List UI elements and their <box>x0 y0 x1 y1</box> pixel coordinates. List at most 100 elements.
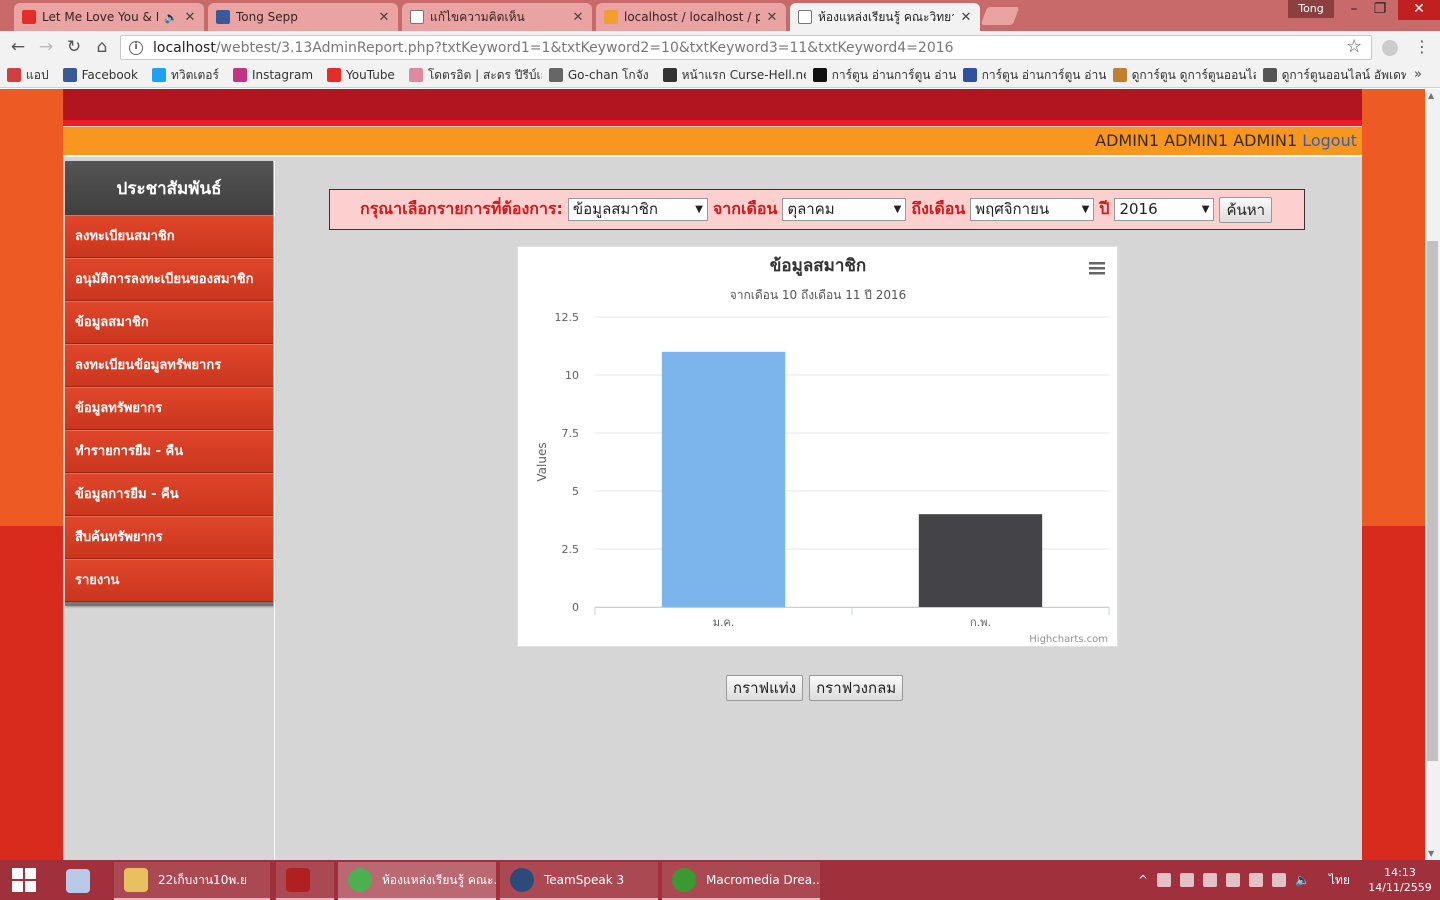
page-scrollbar[interactable]: ▲ ▼ <box>1425 89 1440 860</box>
info-icon[interactable]: i <box>129 40 143 55</box>
bookmark-item[interactable]: หน้าแรก Curse-Hell.net <box>656 66 806 85</box>
browser-tab[interactable]: Let Me Love You & Fa 🔈 ✕ <box>14 3 204 31</box>
reload-icon[interactable]: ↻ <box>62 36 86 58</box>
apps-grid-icon <box>7 68 21 82</box>
bookmark-star-icon[interactable]: ☆ <box>1346 36 1362 57</box>
browser-tab-active[interactable]: ห้องแหล่งเรียนรู้ คณะวิทยาศ ✕ <box>790 3 980 31</box>
scroll-up-icon[interactable]: ▲ <box>1428 91 1434 100</box>
report-filter-bar: กรุณาเลือกรายการที่ต้องการ: ข้อมูลสมาชิก… <box>329 189 1305 230</box>
tab-close-icon[interactable]: ✕ <box>960 10 972 25</box>
tray-app-icon[interactable] <box>1180 873 1195 887</box>
tab-close-icon[interactable]: ✕ <box>572 10 584 25</box>
bookmark-item[interactable]: Instagram <box>226 68 320 82</box>
report-type-select[interactable]: ข้อมูลสมาชิก ▼ <box>567 198 708 221</box>
y-tick-label: 10 <box>565 369 579 382</box>
network-icon[interactable] <box>1272 873 1287 887</box>
sidebar-item-report[interactable]: รายงาน <box>65 559 273 602</box>
start-button[interactable] <box>0 860 48 900</box>
facebook-icon <box>62 68 77 82</box>
sidebar-divider <box>274 161 275 860</box>
restore-icon[interactable]: ❐ <box>1364 0 1396 20</box>
sidebar-item-register-member[interactable]: ลงทะเบียนสมาชิก <box>65 215 273 258</box>
bookmark-item[interactable]: YouTube <box>320 68 402 82</box>
tray-flag-icon[interactable] <box>1249 873 1264 887</box>
speaker-icon[interactable]: 🔈 <box>164 11 178 24</box>
facebook-favicon-icon <box>216 10 230 24</box>
member-bar-chart: ข้อมูลสมาชิก จากเดือน 10 ถึงเดือน 11 ปี 2… <box>517 246 1118 647</box>
user-name: ADMIN1 ADMIN1 ADMIN1 <box>1095 131 1298 150</box>
tray-app-icon[interactable] <box>1203 873 1218 887</box>
volume-icon[interactable]: 🔈 <box>1295 873 1310 887</box>
bookmark-item[interactable]: Facebook <box>56 68 145 82</box>
y-tick-label: 0 <box>572 601 579 614</box>
sidebar-menu: ประชาสัมพันธ์ ลงทะเบียนสมาชิก อนุมัติการ… <box>65 161 273 606</box>
bookmark-item[interactable]: ดูการ์ตูน ดูการ์ตูนออนไล <box>1106 66 1256 85</box>
search-button[interactable]: ค้นหา <box>1219 196 1273 223</box>
sidebar-item-borrow-data[interactable]: ข้อมูลการยืม - คืน <box>65 473 273 516</box>
chart-svg: ข้อมูลสมาชิกจากเดือน 10 ถึงเดือน 11 ปี 2… <box>535 256 1110 645</box>
tray-app-icon[interactable] <box>1157 873 1172 887</box>
bookmark-item[interactable]: ดูการ์ตูนออนไลน์ อัพเดท <box>1256 66 1406 85</box>
menu-dots-icon[interactable]: ⋮ <box>1414 37 1430 56</box>
tray-shield-icon[interactable] <box>1226 873 1241 887</box>
bookmarks-overflow-icon[interactable]: » <box>1414 67 1422 82</box>
tab-close-icon[interactable]: ✕ <box>184 10 196 25</box>
pie-chart-button[interactable]: กราฟวงกลม <box>809 675 904 701</box>
input-language[interactable]: ไทย <box>1329 871 1350 890</box>
tab-close-icon[interactable]: ✕ <box>766 10 778 25</box>
sidebar-item-register-resource[interactable]: ลงทะเบียนข้อมูลทรัพยากร <box>65 344 273 387</box>
dropdown-caret-icon: ▼ <box>695 204 703 215</box>
bookmark-label: ดูการ์ตูน ดูการ์ตูนออนไล <box>1131 67 1256 82</box>
bookmark-item[interactable]: โดตรอิต | สะดร ปีรีบ์เกา <box>402 66 542 85</box>
url-path: /webtest/3.13AdminReport.php?txtKeyword1… <box>215 39 954 56</box>
back-arrow-icon[interactable]: ← <box>6 36 30 58</box>
bookmark-apps[interactable]: แอป <box>0 66 56 85</box>
browser-tab[interactable]: localhost / localhost / pr ✕ <box>596 3 786 31</box>
logout-link[interactable]: Logout <box>1302 131 1357 150</box>
bookmarks-bar: แอป Facebook ทวิตเตอร์ Instagram YouTube… <box>0 63 1440 88</box>
chart-menu-icon[interactable] <box>1089 262 1105 275</box>
bookmark-item[interactable]: Go-chan โกจัง <box>542 66 656 85</box>
scrollbar-thumb[interactable] <box>1427 241 1438 761</box>
new-tab-button[interactable] <box>980 7 1020 25</box>
bookmark-label: Instagram <box>251 68 314 82</box>
clock-time: 14:13 <box>1384 866 1416 879</box>
to-month-select[interactable]: พฤศจิกายน ▼ <box>970 198 1095 221</box>
profile-badge[interactable]: Tong <box>1288 0 1334 18</box>
from-month-label: จากเดือน <box>712 199 778 218</box>
sidebar-item-approve-registration[interactable]: อนุมัติการลงทะเบียนของสมาชิก <box>65 258 273 301</box>
y-tick-label: 12.5 <box>555 311 580 324</box>
browser-tab[interactable]: Tong Sepp ✕ <box>208 3 398 31</box>
taskbar-item-app[interactable] <box>276 862 334 900</box>
taskbar-item-teamspeak[interactable]: TeamSpeak 3 <box>500 862 658 900</box>
bookmark-label: ทวิตเตอร์ <box>170 67 219 82</box>
taskbar-clock[interactable]: 14:13 14/11/2559 <box>1368 865 1432 895</box>
bookmark-label: การ์ตูน อ่านการ์ตูน อ่าน <box>831 67 956 82</box>
bookmark-item[interactable]: การ์ตูน อ่านการ์ตูน อ่าน <box>806 66 956 85</box>
close-window-icon[interactable]: ✕ <box>1398 0 1440 20</box>
taskbar-item-folder[interactable]: 22เก็บงาน10พ.ย <box>114 862 270 900</box>
sidebar-item-borrow-return[interactable]: ทำรายการยืม - คืน <box>65 430 273 473</box>
taskbar-item-chrome[interactable]: ห้องแหล่งเรียนรู้ คณะ... <box>338 862 496 900</box>
home-icon[interactable]: ⌂ <box>90 36 114 58</box>
from-month-select[interactable]: ตุลาคม ▼ <box>782 198 907 221</box>
bookmark-item[interactable]: ทวิตเตอร์ <box>145 66 226 85</box>
browser-tab[interactable]: แก้ไขความคิดเห็น ✕ <box>402 3 592 31</box>
tab-close-icon[interactable]: ✕ <box>378 10 390 25</box>
forward-arrow-icon[interactable]: → <box>34 36 58 58</box>
bookmark-item[interactable]: การ์ตูน อ่านการ์ตูน อ่าน <box>956 66 1106 85</box>
bar-chart-button[interactable]: กราฟแท่ง <box>726 675 804 701</box>
scroll-down-icon[interactable]: ▼ <box>1428 849 1434 858</box>
address-bar[interactable]: i localhost/webtest/3.13AdminReport.php?… <box>120 35 1372 60</box>
taskbar-item-dreamweaver[interactable]: Macromedia Drea... <box>662 862 820 900</box>
sidebar-item-member-data[interactable]: ข้อมูลสมาชิก <box>65 301 273 344</box>
tray-expand-icon[interactable]: ^ <box>1138 873 1148 887</box>
chart-type-buttons: กราฟแท่ง กราฟวงกลม <box>726 675 904 701</box>
sidebar-footer <box>65 602 273 606</box>
sidebar-item-resource-data[interactable]: ข้อมูลทรัพยากร <box>65 387 273 430</box>
taskbar-paint-icon[interactable] <box>56 862 106 900</box>
extension-icon[interactable] <box>1382 40 1398 56</box>
tab-title: localhost / localhost / pr <box>624 10 760 24</box>
year-select[interactable]: 2016 ▼ <box>1114 198 1215 221</box>
sidebar-item-search-resource[interactable]: สืบค้นทรัพยากร <box>65 516 273 559</box>
